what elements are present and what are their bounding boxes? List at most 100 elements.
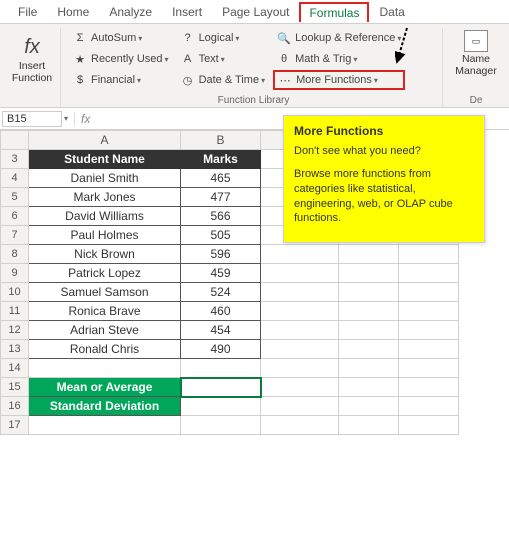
row-header[interactable]: 17 — [1, 416, 29, 435]
cell[interactable] — [261, 397, 339, 416]
more-functions-button[interactable]: ⋯More Functions▾ — [273, 70, 405, 90]
tab-data[interactable]: Data — [369, 2, 414, 22]
cell[interactable] — [181, 359, 261, 378]
cell[interactable] — [181, 416, 261, 435]
row-header[interactable]: 4 — [1, 169, 29, 188]
cell[interactable] — [339, 302, 399, 321]
lookup-reference-button[interactable]: 🔍Lookup & Reference▾ — [273, 28, 405, 48]
cell[interactable] — [261, 359, 339, 378]
cell[interactable] — [399, 283, 459, 302]
cell[interactable] — [399, 416, 459, 435]
fx-label[interactable]: fx — [74, 112, 96, 126]
cell[interactable] — [261, 378, 339, 397]
row-header[interactable]: 5 — [1, 188, 29, 207]
name-box[interactable]: B15 — [2, 111, 62, 127]
cell[interactable]: 490 — [181, 340, 261, 359]
cell[interactable] — [339, 359, 399, 378]
cell[interactable] — [399, 340, 459, 359]
tab-analyze[interactable]: Analyze — [99, 2, 162, 22]
row-header[interactable]: 7 — [1, 226, 29, 245]
cell[interactable] — [261, 302, 339, 321]
recently-used-button[interactable]: ★Recently Used▾ — [69, 49, 173, 69]
financial-button[interactable]: $Financial▾ — [69, 70, 173, 90]
cell[interactable]: 459 — [181, 264, 261, 283]
mathtrig-label: Math & Trig — [295, 53, 351, 65]
cell[interactable]: 460 — [181, 302, 261, 321]
col-header-a[interactable]: A — [29, 131, 181, 150]
select-all-corner[interactable] — [1, 131, 29, 150]
cell[interactable]: 566 — [181, 207, 261, 226]
cell[interactable]: 505 — [181, 226, 261, 245]
cell[interactable]: 454 — [181, 321, 261, 340]
cell[interactable]: Paul Holmes — [29, 226, 181, 245]
row-header[interactable]: 12 — [1, 321, 29, 340]
cell[interactable] — [29, 416, 181, 435]
date-time-button[interactable]: ◷Date & Time▾ — [177, 70, 270, 90]
cell[interactable] — [261, 245, 339, 264]
cell-selected[interactable] — [181, 378, 261, 397]
cell[interactable] — [399, 378, 459, 397]
cell[interactable] — [181, 397, 261, 416]
cell[interactable]: 596 — [181, 245, 261, 264]
insert-function-button[interactable]: fx Insert Function — [8, 28, 56, 92]
cell[interactable] — [399, 264, 459, 283]
logical-button[interactable]: ?Logical▾ — [177, 28, 270, 48]
cell[interactable]: Marks — [181, 150, 261, 169]
cell[interactable] — [261, 283, 339, 302]
cell[interactable]: Daniel Smith — [29, 169, 181, 188]
cell[interactable]: David Williams — [29, 207, 181, 226]
cell[interactable] — [339, 340, 399, 359]
row-header[interactable]: 9 — [1, 264, 29, 283]
tab-insert[interactable]: Insert — [162, 2, 212, 22]
name-manager-button[interactable]: ▭ Name Manager — [451, 28, 501, 79]
cell[interactable] — [261, 321, 339, 340]
row-header[interactable]: 11 — [1, 302, 29, 321]
cell[interactable] — [339, 416, 399, 435]
cell[interactable] — [339, 245, 399, 264]
cell[interactable] — [399, 359, 459, 378]
col-header-b[interactable]: B — [181, 131, 261, 150]
cell[interactable]: Adrian Steve — [29, 321, 181, 340]
autosum-button[interactable]: ΣAutoSum▾ — [69, 28, 173, 48]
row-header[interactable]: 8 — [1, 245, 29, 264]
row-header[interactable]: 10 — [1, 283, 29, 302]
cell[interactable]: Ronica Brave — [29, 302, 181, 321]
row-header[interactable]: 3 — [1, 150, 29, 169]
cell[interactable] — [261, 416, 339, 435]
cell[interactable]: Student Name — [29, 150, 181, 169]
row-header[interactable]: 6 — [1, 207, 29, 226]
cell[interactable] — [399, 302, 459, 321]
cell[interactable] — [339, 321, 399, 340]
cell[interactable] — [339, 264, 399, 283]
cell[interactable] — [399, 321, 459, 340]
cell[interactable]: Samuel Samson — [29, 283, 181, 302]
math-trig-button[interactable]: θMath & Trig▾ — [273, 49, 405, 69]
text-button[interactable]: AText▾ — [177, 49, 270, 69]
cell[interactable]: 477 — [181, 188, 261, 207]
cell[interactable]: 524 — [181, 283, 261, 302]
cell[interactable]: 465 — [181, 169, 261, 188]
cell[interactable]: Standard Deviation — [29, 397, 181, 416]
row-header[interactable]: 13 — [1, 340, 29, 359]
row-header[interactable]: 14 — [1, 359, 29, 378]
tab-file[interactable]: File — [8, 2, 47, 22]
cell[interactable] — [399, 245, 459, 264]
cell[interactable]: Patrick Lopez — [29, 264, 181, 283]
row-header[interactable]: 15 — [1, 378, 29, 397]
tab-home[interactable]: Home — [47, 2, 99, 22]
cell[interactable] — [339, 378, 399, 397]
cell[interactable] — [261, 340, 339, 359]
cell[interactable] — [29, 359, 181, 378]
cell[interactable] — [399, 397, 459, 416]
tab-page-layout[interactable]: Page Layout — [212, 2, 299, 22]
chevron-down-icon[interactable]: ▾ — [62, 114, 74, 123]
cell[interactable]: Mean or Average — [29, 378, 181, 397]
row-header[interactable]: 16 — [1, 397, 29, 416]
cell[interactable]: Mark Jones — [29, 188, 181, 207]
cell[interactable]: Nick Brown — [29, 245, 181, 264]
cell[interactable] — [261, 264, 339, 283]
tab-formulas[interactable]: Formulas — [299, 2, 369, 22]
cell[interactable]: Ronald Chris — [29, 340, 181, 359]
cell[interactable] — [339, 283, 399, 302]
cell[interactable] — [339, 397, 399, 416]
